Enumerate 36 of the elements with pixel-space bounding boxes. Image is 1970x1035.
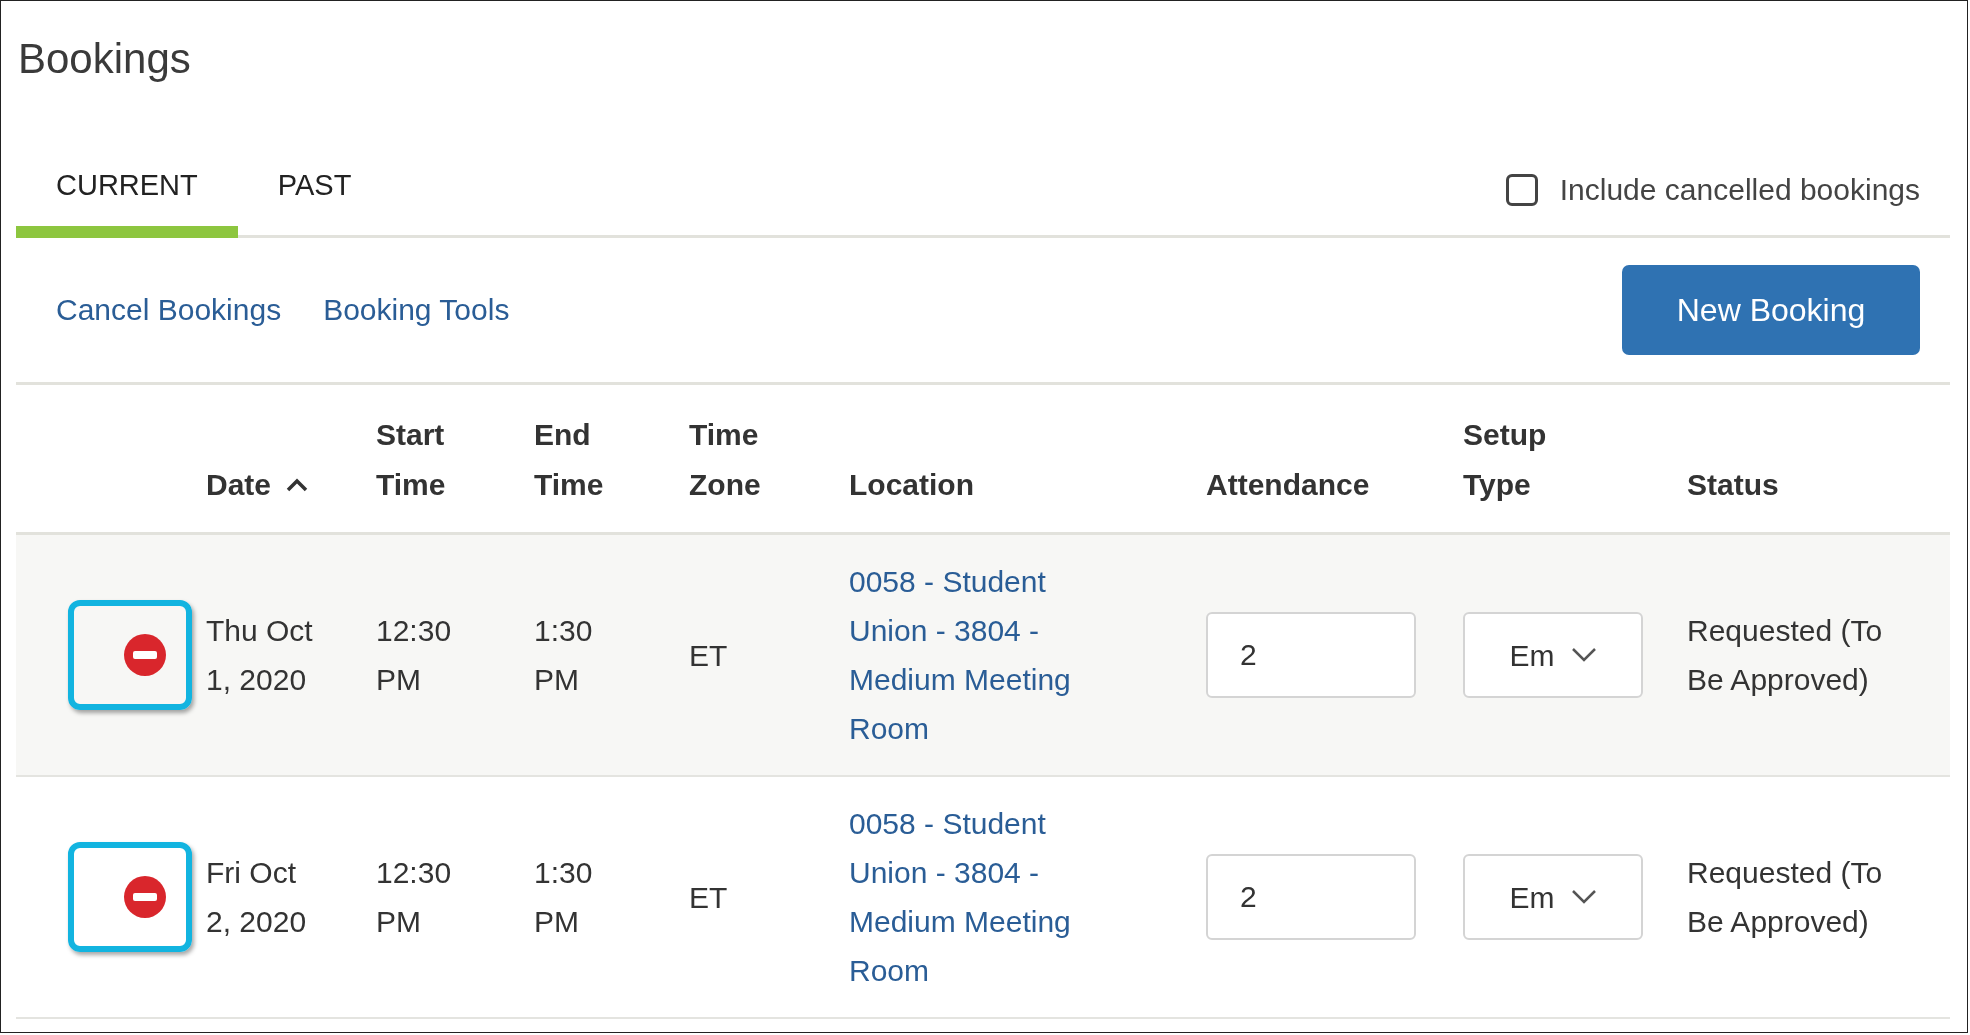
time-zone-cell-text: ET xyxy=(689,879,729,916)
start-time-cell-text: 12:30 PM xyxy=(376,613,453,698)
toolbar-link[interactable]: Cancel Bookings xyxy=(56,293,282,327)
new-booking-button[interactable]: New Booking xyxy=(1622,265,1920,355)
column-header[interactable]: Location xyxy=(849,460,974,510)
checkbox-label: Include cancelled bookings xyxy=(1559,173,1920,207)
column-header[interactable]: Start Time xyxy=(376,410,446,510)
start-time-cell-text: 12:30 PM xyxy=(376,855,453,940)
column-header[interactable]: End Time xyxy=(534,410,604,510)
page-title: Bookings xyxy=(17,34,192,84)
status-cell-text: Requested (To Be Approved) xyxy=(1687,855,1884,940)
setup-type-dropdown[interactable]: Em xyxy=(1463,854,1643,940)
column-header[interactable]: Date xyxy=(206,460,272,510)
remove-icon[interactable] xyxy=(123,633,167,677)
toolbar-link[interactable]: Booking Tools xyxy=(323,293,510,327)
column-header[interactable]: Status xyxy=(1687,460,1779,510)
attendance-field[interactable]: 2 xyxy=(1206,612,1416,698)
status-cell-text: Requested (To Be Approved) xyxy=(1687,613,1884,698)
date-cell-text: Fri Oct 2, 2020 xyxy=(206,855,308,940)
attendance-field[interactable]: 2 xyxy=(1206,854,1416,940)
column-header[interactable]: Time Zone xyxy=(689,410,761,510)
remove-icon[interactable] xyxy=(123,875,167,919)
end-time-cell-text: 1:30 PM xyxy=(534,855,594,940)
setup-type-dropdown[interactable]: Em xyxy=(1463,612,1643,698)
time-zone-cell-text: ET xyxy=(689,637,729,674)
location-link[interactable]: 0058 - Student Union - 3804 - Medium Meeting Room xyxy=(849,557,1099,753)
location-link[interactable]: 0058 - Student Union - 3804 - Medium Meeting Room xyxy=(849,799,1099,995)
chevron-down-icon xyxy=(1570,889,1597,905)
chevron-down-icon xyxy=(1570,647,1597,663)
tab[interactable]: CURRENT xyxy=(16,143,238,238)
column-header[interactable]: Setup Type xyxy=(1463,410,1547,510)
column-header[interactable]: Attendance xyxy=(1206,460,1370,510)
date-cell-text: Thu Oct 1, 2020 xyxy=(206,613,314,698)
end-time-cell-text: 1:30 PM xyxy=(534,613,594,698)
checkbox[interactable] xyxy=(1505,174,1538,206)
tab[interactable]: PAST xyxy=(237,143,392,238)
